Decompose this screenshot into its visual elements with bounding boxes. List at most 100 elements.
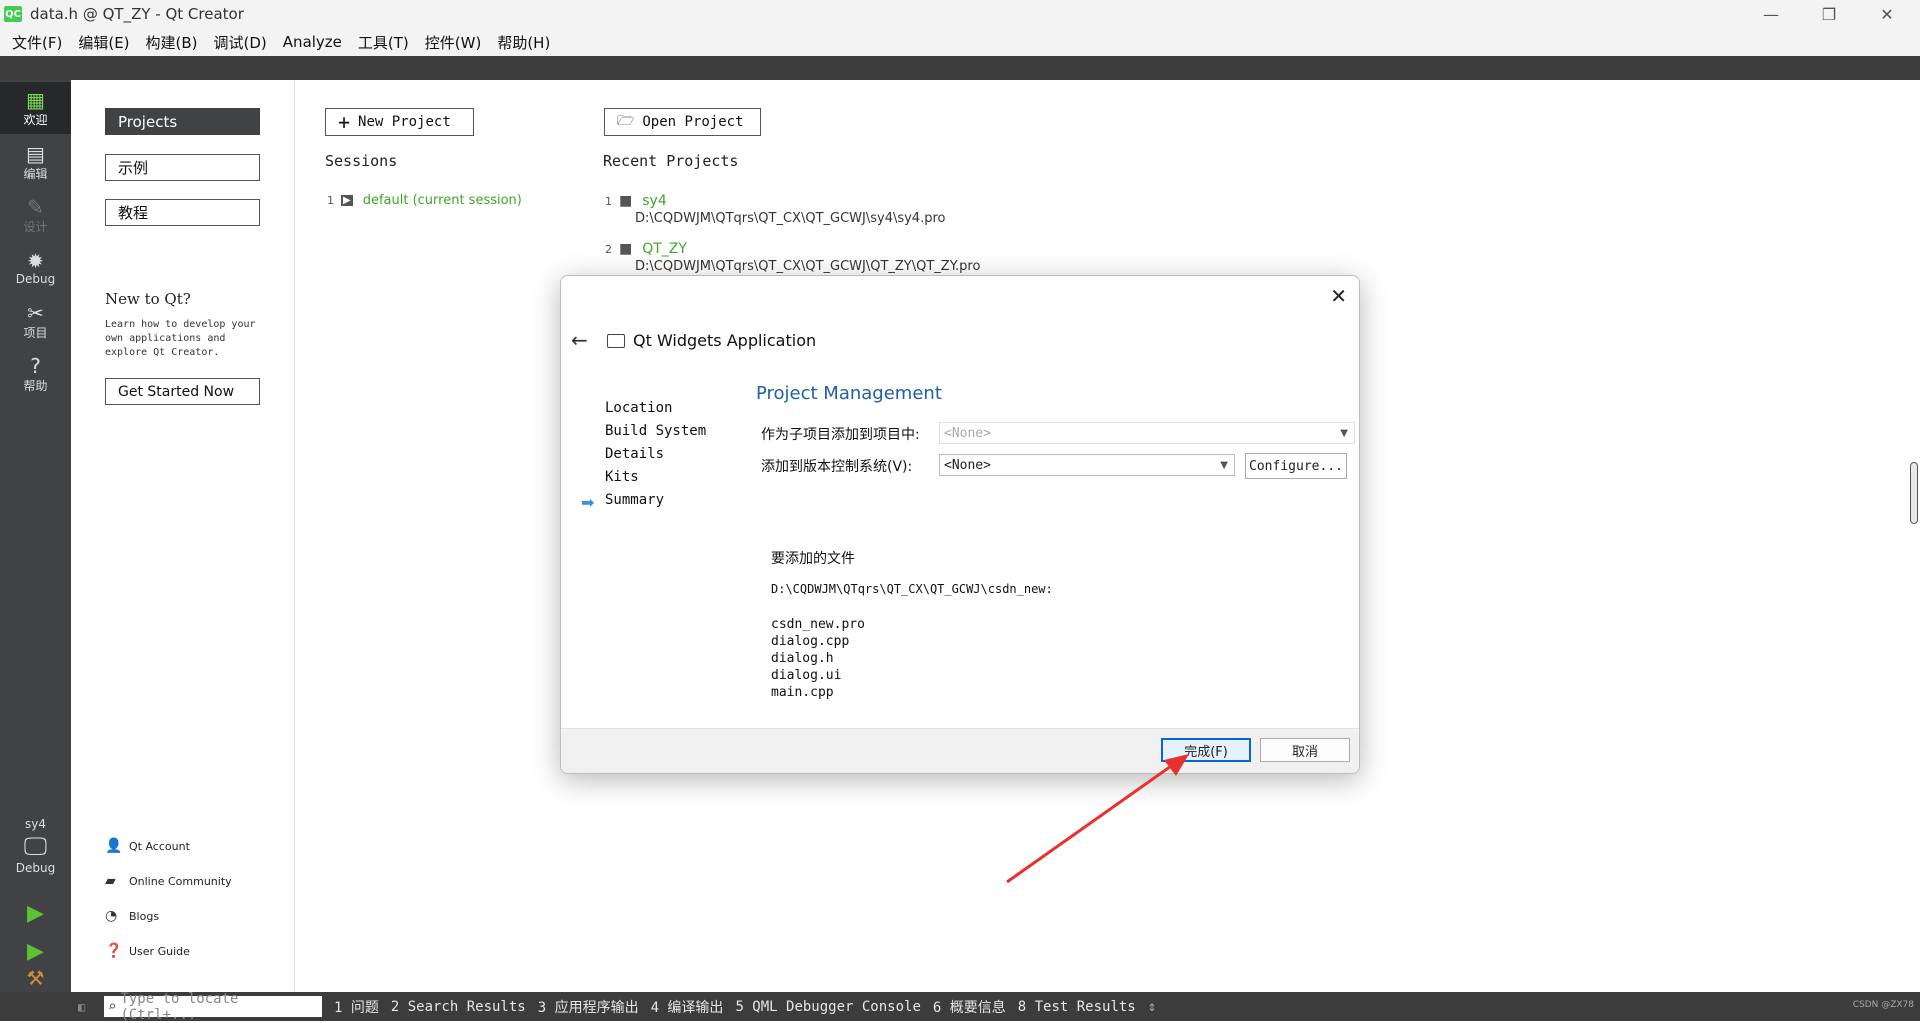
recent-project-item[interactable]: 1 ■ sy4 D:\CQDWJM\QTqrs\QT_CX\QT_GCWJ\sy… [605, 193, 945, 226]
blogs-link[interactable]: ◔ Blogs [105, 908, 159, 924]
build-button[interactable]: ⚒ [0, 964, 71, 992]
wizard-title: Qt Widgets Application [633, 331, 817, 350]
pane-compile-output[interactable]: 4 编译输出 [651, 997, 724, 1017]
recent-project-path: D:\CQDWJM\QTqrs\QT_CX\QT_GCWJ\sy4\sy4.pr… [635, 211, 946, 226]
chevron-down-icon: ▼ [1340, 427, 1348, 439]
file-item: main.cpp [771, 685, 834, 700]
back-arrow-icon[interactable]: ← [571, 328, 588, 352]
mode-edit-label: 编辑 [23, 166, 48, 181]
subproject-label: 作为子项目添加到项目中: [761, 427, 920, 443]
user-guide-link[interactable]: ❓ User Guide [105, 943, 190, 959]
mode-design[interactable]: ✎ 设计 [0, 189, 71, 241]
dialog-close-button[interactable]: ✕ [1330, 284, 1347, 308]
session-item[interactable]: 1 ▶ default (current session) [327, 193, 522, 208]
cancel-button[interactable]: 取消 [1260, 738, 1350, 762]
tab-projects[interactable]: Projects [105, 108, 260, 135]
menu-help[interactable]: 帮助(H) [489, 32, 558, 53]
toggle-sidebar-icon[interactable]: ◧ [78, 1000, 85, 1014]
menu-edit[interactable]: 编辑(E) [70, 32, 137, 53]
run-icon: ▶ [27, 901, 44, 926]
recent-project-number: 1 [605, 194, 612, 208]
recent-project-path: D:\CQDWJM\QTqrs\QT_CX\QT_GCWJ\QT_ZY\QT_Z… [635, 259, 981, 274]
title-bar: QC data.h @ QT_ZY - Qt Creator — ❐ ✕ [0, 0, 1920, 28]
new-project-wizard-dialog: ✕ ← Qt Widgets Application Location Buil… [560, 275, 1360, 774]
menu-bar: 文件(F) 编辑(E) 构建(B) 调试(D) Analyze 工具(T) 控件… [0, 28, 1920, 56]
qt-account-link[interactable]: 👤 Qt Account [105, 838, 190, 854]
pane-application-output[interactable]: 3 应用程序输出 [538, 997, 639, 1017]
kit-project-name: sy4 [25, 817, 46, 831]
files-list: csdn_new.pro dialog.cpp dialog.h dialog.… [771, 616, 865, 701]
files-to-add-title: 要添加的文件 [771, 551, 855, 567]
new-project-button[interactable]: + New Project [325, 108, 474, 136]
pane-search-results[interactable]: 2 Search Results [391, 999, 526, 1015]
menu-file[interactable]: 文件(F) [4, 32, 70, 53]
get-started-button[interactable]: Get Started Now [105, 378, 260, 405]
welcome-sidebar: Projects 示例 教程 New to Qt? Learn how to d… [71, 80, 295, 992]
tab-examples[interactable]: 示例 [105, 154, 260, 181]
minimize-button[interactable]: — [1742, 0, 1800, 28]
close-window-button[interactable]: ✕ [1858, 0, 1916, 28]
kit-selector[interactable]: sy4 🖵 Debug [0, 801, 71, 891]
wizard-step-location: Location [605, 400, 673, 416]
folder-icon: ■ [619, 193, 633, 209]
blogs-label: Blogs [129, 909, 160, 923]
qt-creator-logo-icon: QC [4, 6, 22, 22]
debug-run-icon: ▶ [27, 939, 44, 964]
mode-help[interactable]: ? 帮助 [0, 348, 71, 400]
mode-debug-label: Debug [15, 272, 56, 286]
sessions-heading: Sessions [325, 152, 398, 170]
folder-open-icon: 🗁 [617, 113, 635, 129]
pane-issues[interactable]: 1 问题 [334, 997, 379, 1017]
watermark: CSDN @ZX78 [1852, 1000, 1914, 1010]
pencil-icon: ✎ [27, 194, 44, 219]
tab-tutorials[interactable]: 教程 [105, 199, 260, 226]
recent-projects-heading: Recent Projects [603, 152, 739, 170]
right-scrollbar[interactable] [1910, 462, 1918, 524]
help-icon: ? [30, 353, 41, 378]
configure-button[interactable]: Configure... [1245, 453, 1347, 479]
user-icon: 👤 [105, 838, 123, 854]
vcs-value: <None> [944, 457, 991, 473]
question-circle-icon: ❓ [105, 943, 123, 959]
pane-more-icon[interactable]: ⇕ [1148, 999, 1156, 1015]
pane-general-messages[interactable]: 6 概要信息 [933, 997, 1006, 1017]
folder-icon: ■ [619, 241, 633, 257]
menu-debug[interactable]: 调试(D) [206, 32, 275, 53]
online-community-link[interactable]: ▰ Online Community [105, 873, 232, 889]
mode-welcome-label: 欢迎 [23, 112, 48, 127]
mode-edit[interactable]: ▤ 编辑 [0, 136, 71, 188]
application-window-icon [607, 334, 625, 348]
search-icon: ⌕ [108, 998, 117, 1015]
file-item: dialog.cpp [771, 634, 850, 649]
rss-icon: ◔ [105, 908, 118, 924]
open-project-label: Open Project [642, 114, 744, 130]
locator-input[interactable]: ⌕ Type to locate (Ctrl+... [104, 991, 322, 1023]
monitor-icon: 🖵 [23, 832, 48, 860]
open-project-button[interactable]: 🗁 Open Project [604, 108, 761, 136]
user-guide-label: User Guide [129, 944, 190, 958]
status-bar: ◧ ⌕ Type to locate (Ctrl+... 1 问题 2 Sear… [0, 991, 1920, 1023]
menu-analyze[interactable]: Analyze [275, 33, 350, 51]
online-community-label: Online Community [129, 874, 232, 888]
pane-test-results[interactable]: 8 Test Results [1018, 999, 1136, 1015]
menu-build[interactable]: 构建(B) [138, 32, 206, 53]
pane-qml-debugger-console[interactable]: 5 QML Debugger Console [735, 999, 920, 1015]
mode-debug[interactable]: ✹ Debug [0, 242, 71, 294]
hammer-icon: ⚒ [26, 966, 45, 990]
menu-widgets[interactable]: 控件(W) [417, 32, 490, 53]
dialog-footer: 完成(F) 取消 [561, 728, 1359, 773]
vcs-label: 添加到版本控制系统(V): [761, 459, 913, 475]
wizard-step-details: Details [605, 446, 665, 462]
mode-welcome[interactable]: ▦ 欢迎 [0, 82, 71, 134]
subproject-select: <None> ▼ [939, 422, 1355, 444]
section-title: Project Management [756, 383, 942, 404]
restore-button[interactable]: ❐ [1800, 0, 1858, 28]
finish-button[interactable]: 完成(F) [1161, 738, 1251, 762]
chat-icon: ▰ [105, 873, 116, 889]
run-button[interactable]: ▶ [0, 894, 71, 934]
recent-project-item[interactable]: 2 ■ QT_ZY D:\CQDWJM\QTqrs\QT_CX\QT_GCWJ\… [605, 241, 980, 274]
file-item: csdn_new.pro [771, 617, 865, 632]
vcs-select[interactable]: <None> ▼ [939, 454, 1235, 476]
mode-projects[interactable]: ✂ 项目 [0, 295, 71, 347]
menu-tools[interactable]: 工具(T) [350, 32, 417, 53]
